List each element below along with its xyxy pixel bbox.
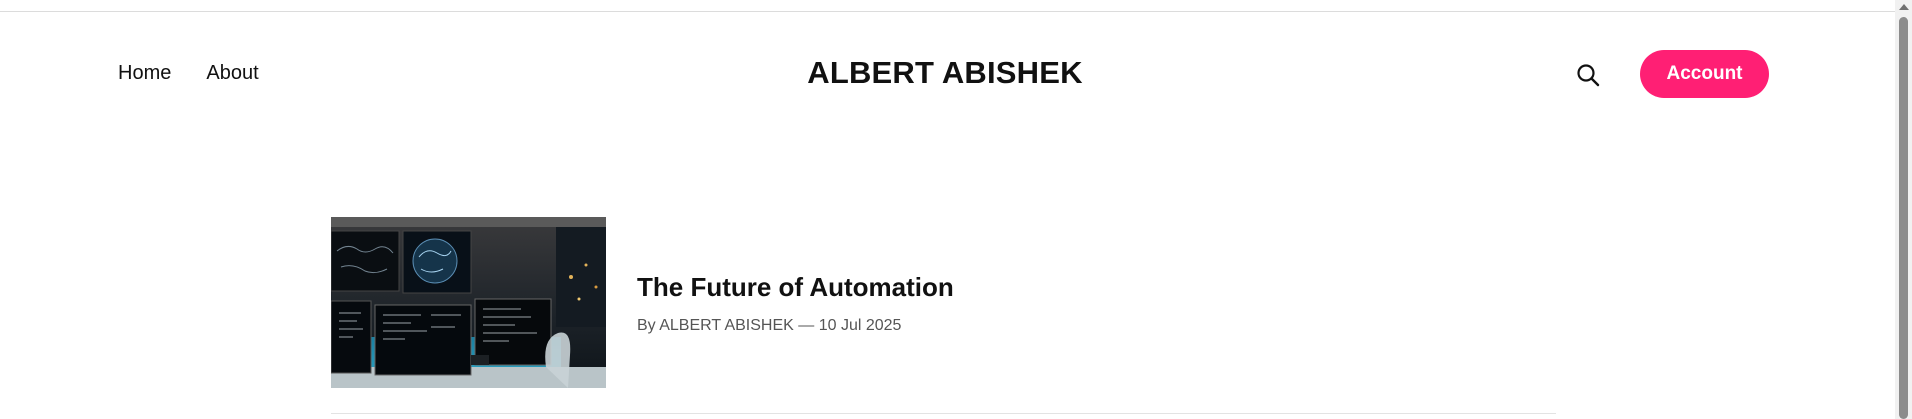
site-header: Home About ALBERT ABISHEK Account xyxy=(0,0,1895,130)
scrollbar-thumb[interactable] xyxy=(1899,17,1908,419)
account-button[interactable]: Account xyxy=(1640,50,1769,98)
post-title-link[interactable]: The Future of Automation xyxy=(637,272,954,303)
page-scrollbar[interactable] xyxy=(1895,0,1912,419)
scroll-up-arrow-icon[interactable] xyxy=(1899,4,1909,10)
post-divider xyxy=(331,413,1556,414)
search-icon xyxy=(1577,64,1600,87)
search-button[interactable] xyxy=(1575,62,1601,88)
site-title[interactable]: ALBERT ABISHEK xyxy=(0,55,1890,91)
post-card: The Future of Automation By ALBERT ABISH… xyxy=(331,217,1556,414)
computer-monitors-photo xyxy=(331,217,606,388)
post-meta: By ALBERT ABISHEK — 10 Jul 2025 xyxy=(637,317,902,334)
post-thumbnail[interactable] xyxy=(331,217,606,388)
